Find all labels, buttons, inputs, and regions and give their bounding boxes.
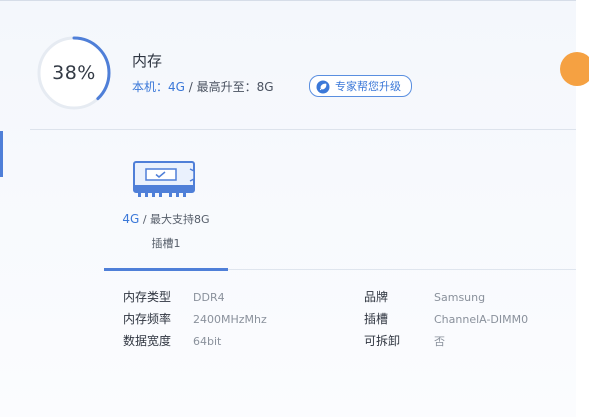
max-value: 8G <box>256 80 274 94</box>
memory-panel: 38% 内存 本机：4G / 最高升至：8G 专家帮您升级 4G / 最大支持8… <box>0 0 576 417</box>
spec-value: Samsung <box>434 291 486 304</box>
spec-value: 64bit <box>193 335 222 348</box>
capacity-separator: / <box>184 80 197 94</box>
spec-value: 2400MHzMhz <box>193 313 267 326</box>
max-label: 最高升至： <box>196 80 257 94</box>
slot-size: 4G <box>122 212 140 226</box>
spec-row-removable: 可拆卸 否 <box>364 332 445 349</box>
spec-row-memory-type: 内存类型 DDR4 <box>123 288 225 305</box>
spec-label: 内存类型 <box>123 290 172 304</box>
current-label: 本机： <box>132 80 169 94</box>
slot-capacity: 4G / 最大支持8G <box>104 211 228 227</box>
memory-stick-icon <box>133 161 195 197</box>
header-divider <box>30 129 576 130</box>
slot-tab-active-indicator <box>104 268 228 271</box>
capacity-summary: 本机：4G / 最高升至：8G <box>132 78 274 95</box>
spec-label: 内存频率 <box>123 312 172 326</box>
spec-value: ChannelA-DIMM0 <box>434 313 529 326</box>
spec-label: 插槽 <box>364 312 389 326</box>
slot-max-support: / 最大支持8G <box>139 213 210 226</box>
current-value: 4G <box>168 80 185 94</box>
spec-value: 否 <box>434 335 445 348</box>
memory-slot-card[interactable]: 4G / 最大支持8G 插槽1 <box>104 151 228 271</box>
spec-row-memory-frequency: 内存频率 2400MHzMhz <box>123 310 267 327</box>
left-edge-marker <box>0 131 3 177</box>
memory-usage-gauge: 38% <box>36 35 112 111</box>
spec-label: 可拆卸 <box>364 334 401 348</box>
rocket-icon <box>316 79 330 94</box>
floating-action-orb[interactable] <box>560 52 589 86</box>
page-title: 内存 <box>132 52 163 70</box>
spec-row-slot: 插槽 ChannelA-DIMM0 <box>364 310 528 327</box>
spec-row-data-width: 数据宽度 64bit <box>123 332 221 349</box>
expert-upgrade-button[interactable]: 专家帮您升级 <box>309 75 412 97</box>
usage-percent: 38% <box>52 62 96 84</box>
spec-row-brand: 品牌 Samsung <box>364 288 485 305</box>
spec-label: 品牌 <box>364 290 389 304</box>
slot-name: 插槽1 <box>151 237 181 250</box>
spec-label: 数据宽度 <box>123 334 172 348</box>
upgrade-button-label: 专家帮您升级 <box>335 80 401 93</box>
spec-value: DDR4 <box>193 291 225 304</box>
